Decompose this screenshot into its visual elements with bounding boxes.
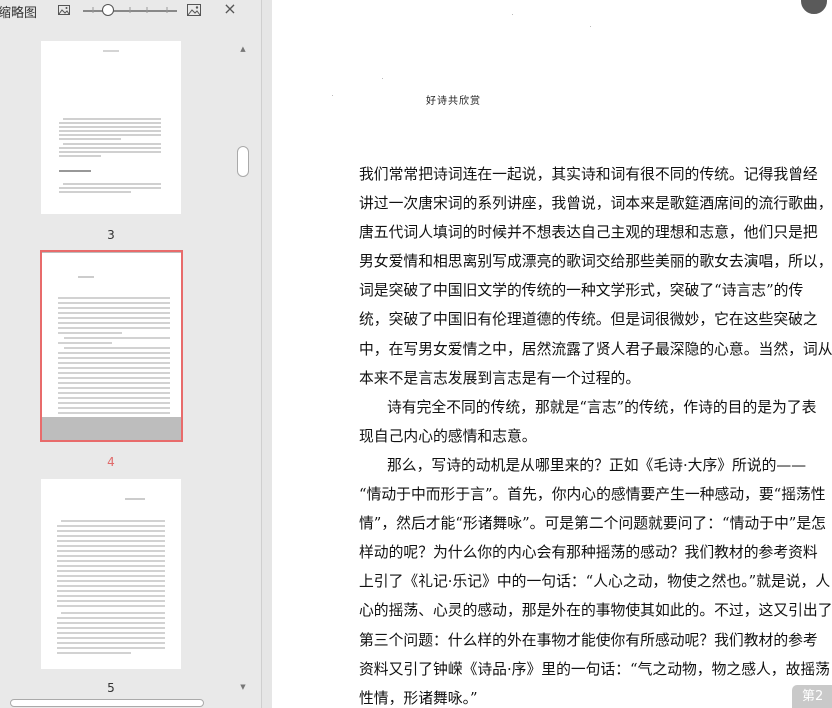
horizontal-scrollbar-thumb[interactable]	[10, 699, 204, 707]
document-page: 好诗共欣赏 我们常常把诗词连在一起说，其实诗和词有很不同的传统。记得我曾经 讲过…	[272, 0, 832, 708]
scan-speck	[332, 95, 333, 96]
scan-speck	[382, 78, 383, 79]
text-line: 心的摇荡、心灵的感动，那是外在的事物使其如此的。不过，这又引出了	[359, 602, 832, 620]
text-line: 上引了《礼记·乐记》中的一句话：“人心之动，物使之然也。”就是说，人	[359, 573, 831, 591]
thumbnail-page-number: 5	[107, 681, 115, 695]
text-line: 现自己内心的感情和志意。	[359, 427, 537, 445]
text-line: 讲过一次唐宋词的系列讲座，我曾说，词本来是歌筵酒席间的流行歌曲，	[359, 195, 832, 213]
close-icon[interactable]: ×	[222, 1, 238, 17]
image-large-icon[interactable]	[186, 2, 202, 18]
thumbnail-zoom-slider[interactable]	[83, 4, 177, 16]
text-line: “情动于中而形于言”。首先，你内心的感情要产生一种感动，要“摇荡性	[359, 486, 826, 504]
text-line: 样动的呢？为什么你的内心会有那种摇荡的感动？我们教材的参考资料	[359, 544, 818, 562]
text-line: 中，在写男女爱情之中，居然流露了贤人君子最深隐的心意。当然，词从	[359, 340, 832, 358]
text-line: 诗有完全不同的传统，那就是“言志”的传统，作诗的目的是为了表	[387, 398, 817, 416]
scrollbar-thumb[interactable]	[237, 146, 249, 177]
text-line: 唐五代词人填词的时候并不想表达自己主观的理想和志意，他们只是把	[359, 224, 818, 242]
scroll-up-arrow-icon[interactable]: ▲	[236, 44, 250, 54]
thumbnail-text-lines	[59, 50, 161, 193]
page-thumbnail-4[interactable]	[42, 253, 181, 417]
thumbnail-page-number: 4	[107, 455, 115, 469]
text-line: 我们常常把诗词连在一起说，其实诗和词有很不同的传统。记得我曾经	[359, 166, 818, 183]
thumbnail-text-lines	[58, 276, 170, 414]
text-line: 男女爱情和相思离别写成漂亮的歌词交给那些美丽的歌女去演唱，所以，	[359, 253, 832, 271]
thumbnail-toolbar: 缩略图 ×	[0, 0, 261, 22]
scan-speck	[512, 14, 513, 15]
page-thumbnail-3[interactable]	[41, 41, 181, 214]
thumbnail-vertical-scrollbar[interactable]: ▲ ▼	[236, 22, 250, 696]
body-text: 我们常常把诗词连在一起说，其实诗和词有很不同的传统。记得我曾经 讲过一次唐宋词的…	[359, 160, 832, 708]
zoom-slider-handle[interactable]	[102, 4, 114, 16]
running-header: 好诗共欣赏	[426, 96, 481, 107]
text-line: 词是突破了中国旧文学的传统的一种文学形式，突破了“诗言志”的传	[359, 282, 804, 300]
text-line: 那么，写诗的动机是从哪里来的？正如《毛诗·大序》所说的——	[387, 456, 807, 474]
text-line: 资料又引了钟嵘《诗品·序》里的一句话：“气之动物，物之感人，故摇荡	[359, 660, 830, 678]
panel-title: 缩略图	[0, 6, 38, 21]
thumbnail-page-number: 3	[107, 228, 115, 242]
thumbnail-text-lines	[57, 498, 165, 654]
document-view[interactable]: 好诗共欣赏 我们常常把诗词连在一起说，其实诗和词有很不同的传统。记得我曾经 讲过…	[262, 0, 832, 708]
image-small-icon[interactable]	[56, 2, 72, 18]
text-line: 第三个问题：什么样的外在事物才能使你有所感动呢？我们教材的参考	[359, 631, 818, 649]
scan-speck	[590, 26, 591, 27]
scroll-down-arrow-icon[interactable]: ▼	[236, 682, 250, 692]
page-indicator-badge[interactable]: 第2	[792, 685, 832, 708]
thumbnail-panel: 缩略图 × 3 4 5 ▲ ▼	[0, 0, 262, 708]
text-line: 本来不是言志发展到言志是有一个过程的。	[359, 369, 641, 387]
text-line: 性情，形诸舞咏。”	[359, 689, 478, 707]
text-line: 统，突破了中国旧有伦理道德的传统。但是词很微妙，它在这些突破之	[359, 311, 818, 329]
thumbnail-horizontal-scrollbar[interactable]	[0, 698, 236, 708]
text-line: 情”，然后才能“形诸舞咏”。可是第二个问题就要问了：“情动于中”是怎	[359, 515, 826, 533]
page-thumbnail-5[interactable]	[41, 479, 181, 669]
